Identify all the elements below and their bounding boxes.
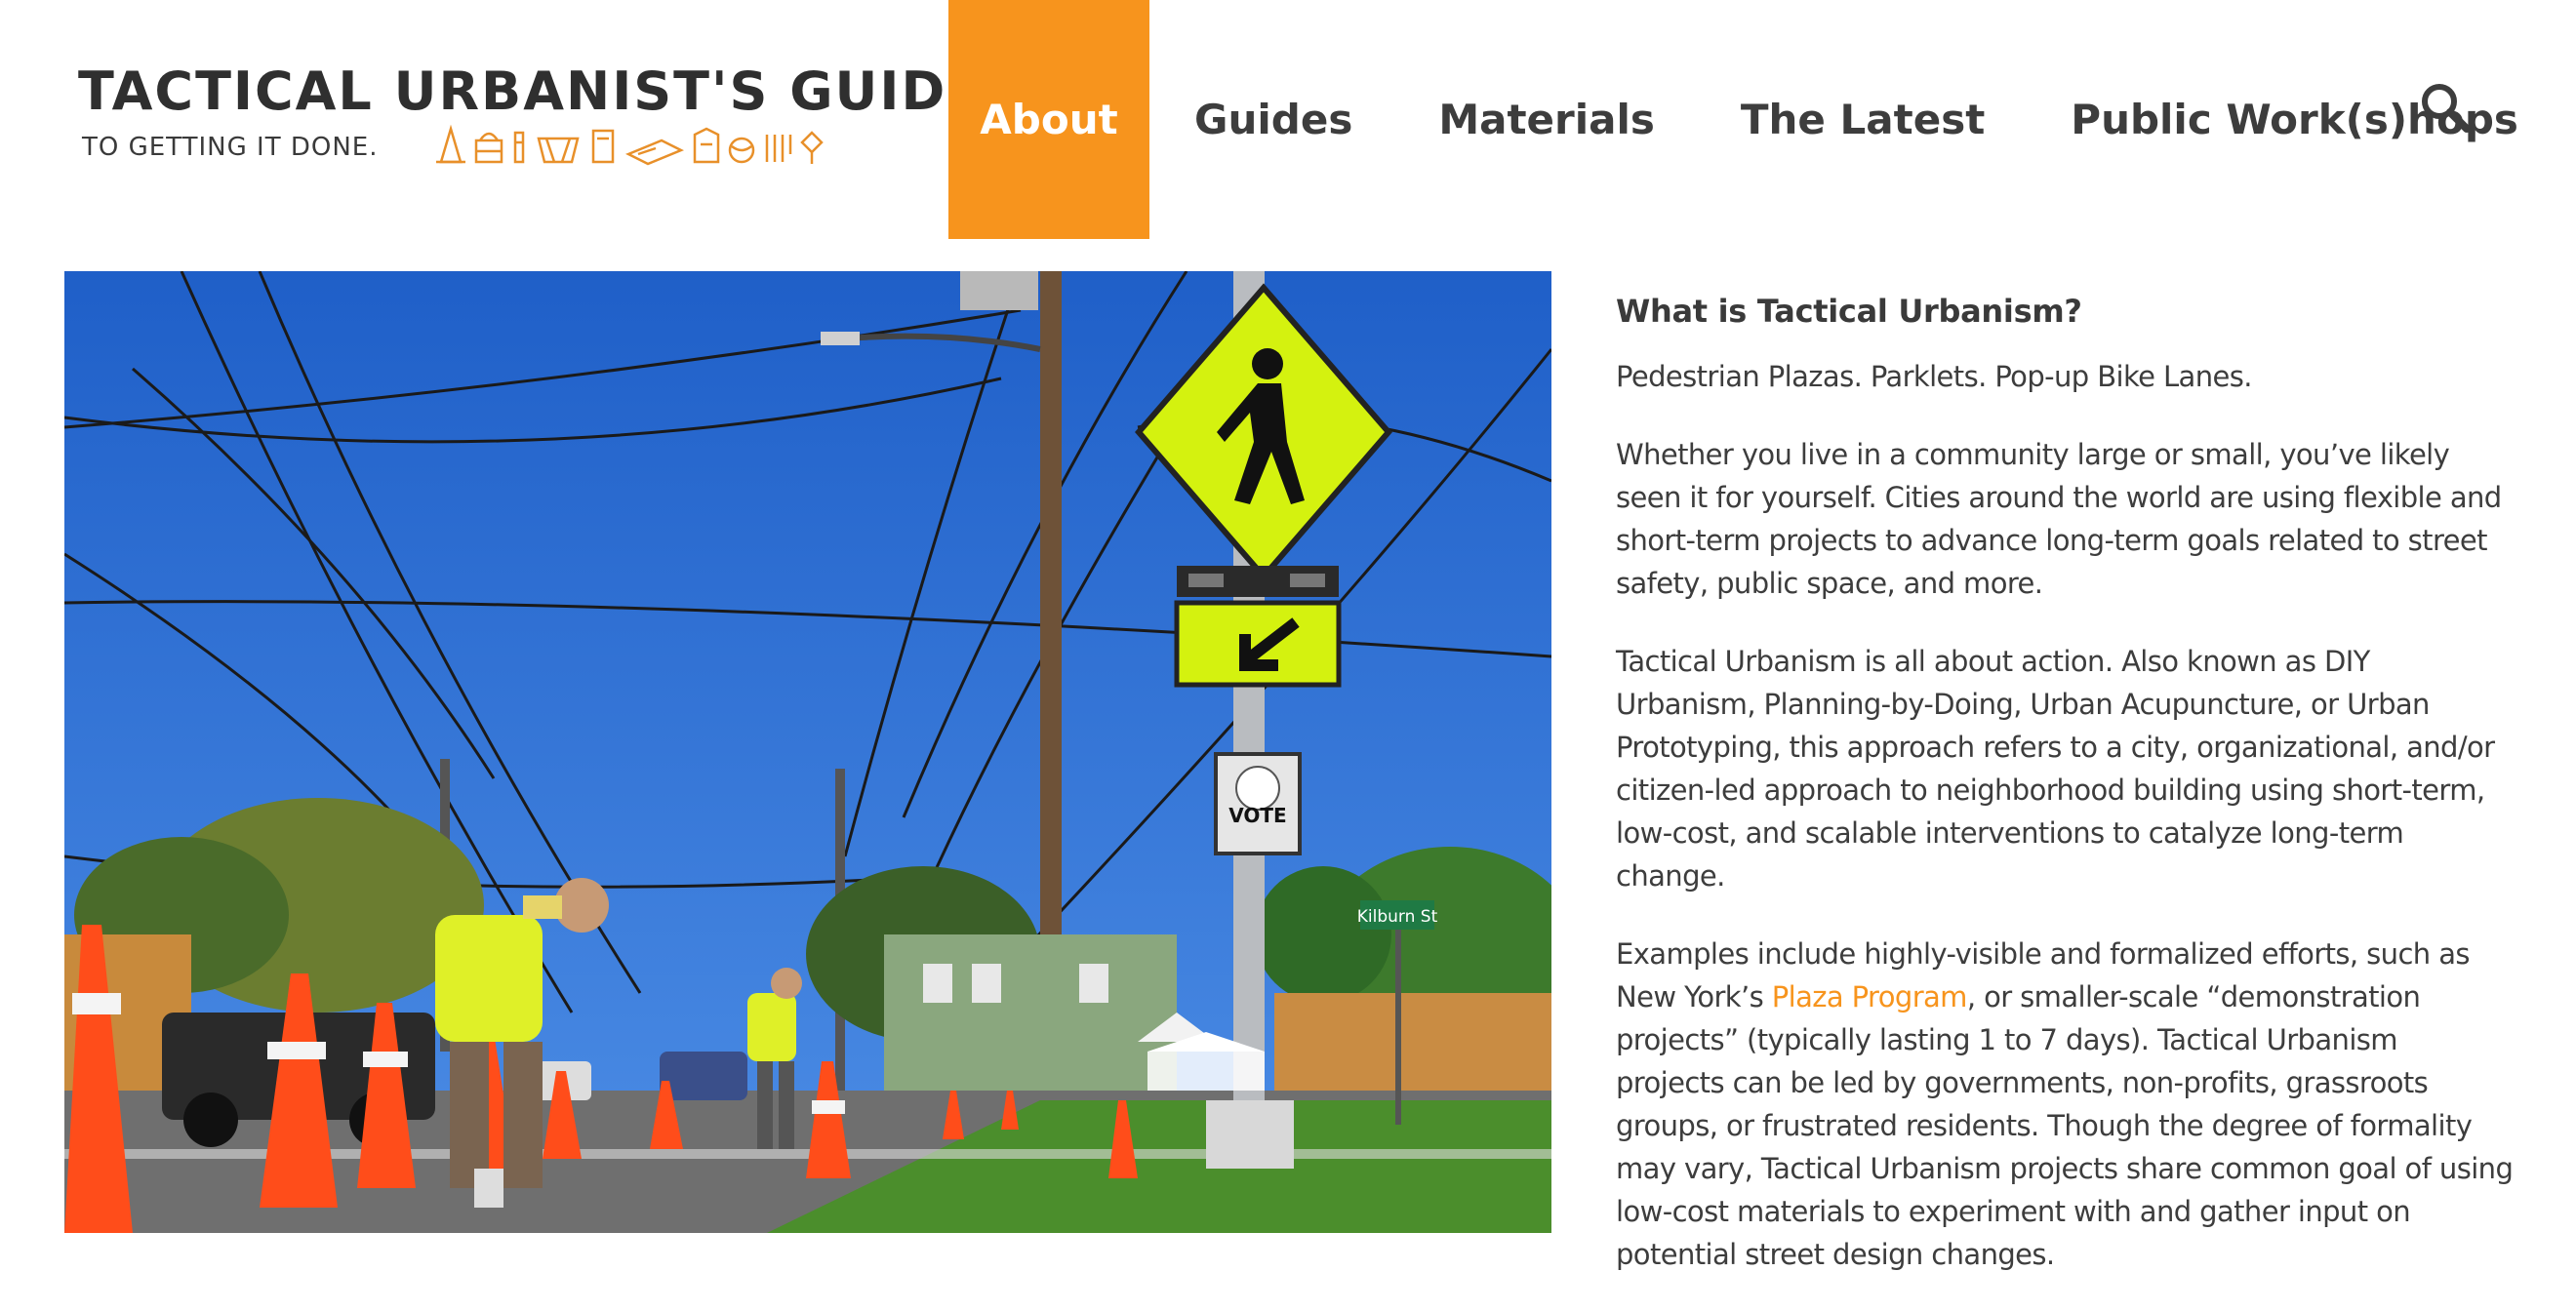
hero-photo: VOTE Kilburn St — [64, 271, 1551, 1233]
site-logo[interactable]: TACTICAL URBANIST'S GUIDE TO GETTING IT … — [78, 60, 983, 168]
site-header: TACTICAL URBANIST'S GUIDE TO GETTING IT … — [0, 0, 2576, 239]
nav-item-public-workshops[interactable]: Public Work(s)hops — [2028, 0, 2561, 239]
street-scene-illustration: VOTE Kilburn St — [64, 271, 1551, 1233]
logo-doodles-icon — [436, 124, 824, 166]
article-paragraph-3: Examples include highly-visible and form… — [1616, 933, 2514, 1276]
nav-item-materials[interactable]: Materials — [1395, 0, 1698, 239]
article-heading: What is Tactical Urbanism? — [1616, 293, 2082, 330]
nav-item-about[interactable]: About — [948, 0, 1149, 239]
logo-subtitle: TO GETTING IT DONE. — [82, 133, 379, 162]
main-nav: About Guides Materials The Latest Public… — [948, 0, 2561, 239]
article-paragraph-2: Tactical Urbanism is all about action. A… — [1616, 645, 2495, 893]
article-tagline: Pedestrian Plazas. Parklets. Pop-up Bike… — [1616, 360, 2252, 393]
paragraph-3-text-end: , or smaller-scale “demonstration projec… — [1616, 980, 2514, 1271]
street-sign-text: Kilburn St — [1357, 907, 1438, 927]
article-paragraph-1: Whether you live in a community large or… — [1616, 438, 2502, 600]
vote-poster-text: VOTE — [1228, 804, 1286, 827]
plaza-program-link[interactable]: Plaza Program — [1772, 980, 1968, 1013]
about-article: What is Tactical Urbanism? Pedestrian Pl… — [1616, 293, 2514, 1311]
search-icon — [2422, 84, 2471, 133]
nav-item-guides[interactable]: Guides — [1149, 0, 1395, 239]
logo-title: TACTICAL URBANIST'S GUIDE — [78, 60, 986, 122]
search-button[interactable] — [2418, 80, 2473, 135]
nav-item-the-latest[interactable]: The Latest — [1698, 0, 2028, 239]
